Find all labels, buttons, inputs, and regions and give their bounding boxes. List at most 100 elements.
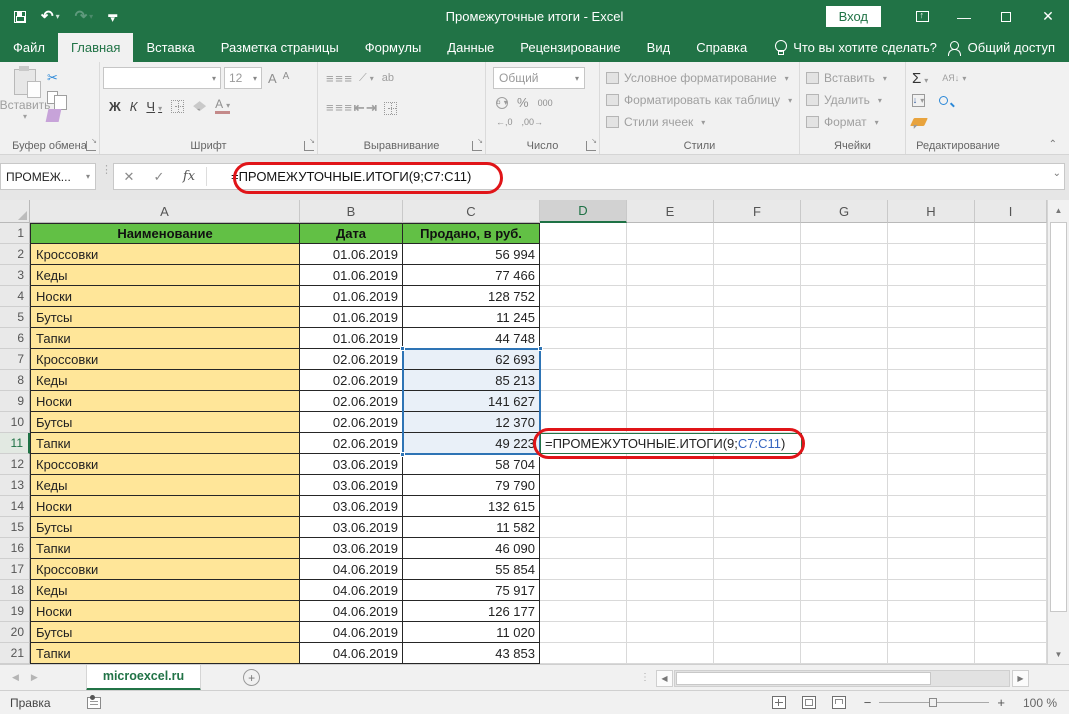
cell-empty[interactable]: [801, 412, 888, 433]
bold-button[interactable]: Ж: [109, 99, 121, 114]
cell-empty[interactable]: [540, 286, 627, 307]
cell-empty[interactable]: [540, 475, 627, 496]
tab-insert[interactable]: Вставка: [133, 33, 207, 62]
cell-empty[interactable]: [888, 433, 975, 454]
row-header-1[interactable]: 1: [0, 223, 30, 244]
cell-name[interactable]: Тапки: [30, 433, 300, 454]
tab-formulas[interactable]: Формулы: [352, 33, 435, 62]
clear-button[interactable]: [910, 118, 928, 126]
cut-button[interactable]: ✂: [47, 70, 60, 86]
increase-decimal-button[interactable]: ←,0: [496, 117, 513, 127]
cell-empty[interactable]: [540, 223, 627, 244]
row-header-18[interactable]: 18: [0, 580, 30, 601]
cell-empty[interactable]: [888, 307, 975, 328]
comma-style-button[interactable]: 000: [538, 98, 553, 108]
cell-empty[interactable]: [540, 517, 627, 538]
cell-empty[interactable]: [714, 286, 801, 307]
cell-empty[interactable]: [627, 601, 714, 622]
cell-empty[interactable]: [627, 517, 714, 538]
percent-button[interactable]: %: [517, 95, 529, 110]
cell-value[interactable]: 43 853: [403, 643, 540, 664]
row-header-11[interactable]: 11: [0, 433, 30, 454]
fill-color-button[interactable]: [193, 101, 206, 111]
cell-empty[interactable]: [627, 328, 714, 349]
cell-name[interactable]: Носки: [30, 601, 300, 622]
zoom-in-button[interactable]: +: [997, 695, 1005, 710]
cell-empty[interactable]: [975, 559, 1047, 580]
cell-date[interactable]: 01.06.2019: [300, 244, 403, 265]
row-header-14[interactable]: 14: [0, 496, 30, 517]
cell-value[interactable]: 49 223: [403, 433, 540, 454]
italic-button[interactable]: К: [130, 99, 138, 114]
formula-bar-grip[interactable]: ⋮: [101, 167, 112, 173]
cell-empty[interactable]: [627, 580, 714, 601]
cell-empty[interactable]: [801, 286, 888, 307]
cell-empty[interactable]: [540, 370, 627, 391]
cell-empty[interactable]: [627, 412, 714, 433]
cell-value[interactable]: 56 994: [403, 244, 540, 265]
decrease-decimal-button[interactable]: ,00→: [522, 117, 544, 127]
cell-value[interactable]: 77 466: [403, 265, 540, 286]
cell-empty[interactable]: [888, 223, 975, 244]
cell-date[interactable]: 04.06.2019: [300, 580, 403, 601]
cell-name[interactable]: Носки: [30, 286, 300, 307]
vertical-align-buttons[interactable]: ≡ ≡ ≡: [326, 71, 351, 86]
row-header-15[interactable]: 15: [0, 517, 30, 538]
row-header-3[interactable]: 3: [0, 265, 30, 286]
cell-empty[interactable]: [627, 475, 714, 496]
cell-date[interactable]: 03.06.2019: [300, 496, 403, 517]
cell-empty[interactable]: [975, 475, 1047, 496]
formula-text[interactable]: =ПРОМЕЖУТОЧНЫЕ.ИТОГИ(9;C7:C11): [231, 169, 471, 184]
cell-empty[interactable]: [888, 580, 975, 601]
tab-page-layout[interactable]: Разметка страницы: [208, 33, 352, 62]
tab-data[interactable]: Данные: [434, 33, 507, 62]
sheet-prev-icon[interactable]: ◀: [12, 672, 19, 683]
cell-empty[interactable]: [540, 412, 627, 433]
cell-empty[interactable]: [801, 328, 888, 349]
customize-qat-button[interactable]: ▬▾: [108, 12, 117, 22]
cell-empty[interactable]: [714, 559, 801, 580]
cell-empty[interactable]: [801, 580, 888, 601]
cell-empty[interactable]: [540, 391, 627, 412]
tab-file[interactable]: Файл: [0, 33, 58, 62]
cell-empty[interactable]: [540, 559, 627, 580]
format-cells-button[interactable]: Формат: [806, 111, 902, 133]
cell-empty[interactable]: [627, 559, 714, 580]
cell-empty[interactable]: [540, 622, 627, 643]
column-header-I[interactable]: I: [975, 200, 1047, 223]
underline-button[interactable]: Ч: [146, 99, 162, 114]
share-button[interactable]: Общий доступ: [947, 33, 1055, 62]
zoom-out-button[interactable]: −: [864, 695, 872, 710]
page-break-view-button[interactable]: [832, 696, 846, 709]
cell-empty[interactable]: [975, 307, 1047, 328]
cell-empty[interactable]: [540, 244, 627, 265]
cell-name[interactable]: Кроссовки: [30, 244, 300, 265]
insert-function-button[interactable]: fx: [174, 169, 204, 184]
cell-empty[interactable]: [714, 265, 801, 286]
cell-empty[interactable]: [801, 265, 888, 286]
cell-empty[interactable]: [627, 622, 714, 643]
cell-empty[interactable]: [975, 454, 1047, 475]
number-format-select[interactable]: Общий▾: [493, 67, 585, 89]
orientation-button[interactable]: ⟋: [359, 72, 374, 85]
cell-empty[interactable]: [888, 286, 975, 307]
number-dialog-launcher[interactable]: [586, 141, 596, 151]
sort-filter-button[interactable]: АЯ↓: [942, 73, 966, 83]
cell-empty[interactable]: [627, 307, 714, 328]
cell-date[interactable]: 03.06.2019: [300, 517, 403, 538]
column-header-C[interactable]: C: [403, 200, 540, 223]
normal-view-button[interactable]: [772, 696, 786, 709]
cell-value[interactable]: 85 213: [403, 370, 540, 391]
cell-empty[interactable]: [975, 580, 1047, 601]
shrink-font-button[interactable]: А: [283, 71, 290, 86]
cell-date[interactable]: 02.06.2019: [300, 433, 403, 454]
header-cell-name[interactable]: Наименование: [30, 223, 300, 244]
tab-review[interactable]: Рецензирование: [507, 33, 633, 62]
merge-center-button[interactable]: [384, 102, 397, 115]
paste-button[interactable]: Вставить ▾: [3, 67, 47, 137]
cell-value[interactable]: 46 090: [403, 538, 540, 559]
macro-record-button[interactable]: [87, 697, 101, 709]
cell-empty[interactable]: [975, 643, 1047, 664]
cell-empty[interactable]: [801, 391, 888, 412]
cell-empty[interactable]: [714, 601, 801, 622]
